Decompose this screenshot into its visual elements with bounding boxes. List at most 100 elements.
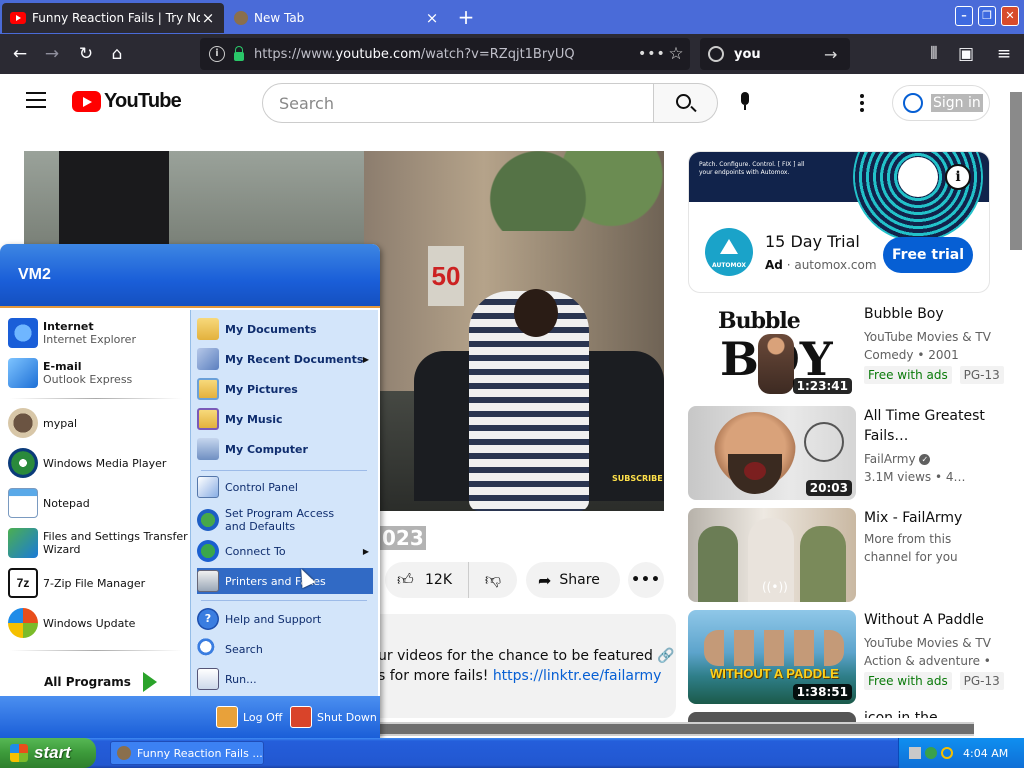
recommendation-item[interactable]: Bubble BOY 1:23:41 Bubble Boy YouTube Mo… bbox=[688, 304, 1004, 400]
menu-item-my-recent-documents[interactable]: My Recent Documents ▶ bbox=[197, 346, 373, 372]
menu-item-windows-update[interactable]: Windows Update bbox=[8, 608, 188, 638]
menu-item-mypal[interactable]: mypal bbox=[8, 408, 188, 438]
youtube-logo[interactable]: YouTube bbox=[72, 90, 182, 113]
menu-item-files-settings-transfer[interactable]: Files and Settings Transfer Wizard bbox=[8, 528, 188, 558]
share-arrow-icon: ➦ bbox=[538, 570, 552, 590]
search-tray-icon[interactable] bbox=[941, 747, 953, 759]
minimize-window-button[interactable]: – bbox=[955, 6, 973, 26]
youtube-wordmark: YouTube bbox=[104, 90, 182, 112]
menu-item-connect-to[interactable]: Connect To ▶ bbox=[197, 538, 373, 564]
music-folder-icon bbox=[197, 408, 219, 430]
voice-search-icon[interactable] bbox=[740, 92, 750, 112]
back-icon[interactable]: ← bbox=[6, 40, 34, 68]
description-link[interactable]: https://linktr.ee/failarmy bbox=[493, 668, 662, 684]
page-actions-icon[interactable]: ••• bbox=[638, 46, 665, 62]
recommendation-item[interactable]: ((•)) Mix - FailArmy More from this chan… bbox=[688, 508, 998, 604]
computer-icon bbox=[197, 438, 219, 460]
log-off-button[interactable]: Log Off bbox=[216, 706, 282, 728]
badges: Free with ads PG-13 bbox=[864, 366, 1008, 384]
vertical-scroll-thumb[interactable] bbox=[1010, 92, 1022, 250]
menu-item-set-program-access[interactable]: Set Program Access and Defaults bbox=[197, 504, 373, 536]
video-title[interactable]: icon in the... bbox=[864, 708, 992, 718]
free-trial-button[interactable]: Free trial bbox=[883, 237, 973, 273]
like-count: 12K bbox=[425, 572, 452, 588]
recommendation-item[interactable]: WITHOUT A PADDLE 1:38:51 Without A Paddl… bbox=[688, 610, 1004, 706]
video-subscribe-watermark: SUBSCRIBE bbox=[612, 474, 663, 483]
network-tray-icon[interactable] bbox=[909, 747, 921, 759]
printer-icon bbox=[197, 570, 219, 592]
menu-item-notepad[interactable]: Notepad bbox=[8, 488, 188, 518]
menu-item-my-pictures[interactable]: My Pictures bbox=[197, 376, 373, 402]
like-button[interactable]: 👍︎ 12K bbox=[385, 562, 469, 598]
close-window-button[interactable]: ✕ bbox=[1001, 6, 1019, 26]
tab-new-tab[interactable]: New Tab × bbox=[226, 3, 448, 33]
sign-in-button[interactable]: Sign in bbox=[892, 85, 990, 121]
site-info-icon[interactable]: i bbox=[209, 46, 225, 62]
connect-to-icon bbox=[197, 540, 219, 562]
menu-item-printers-and-faxes[interactable]: Printers and Faxes bbox=[197, 568, 373, 594]
shut-down-button[interactable]: Shut Down bbox=[290, 706, 377, 728]
go-arrow-icon[interactable]: → bbox=[824, 45, 850, 64]
more-actions-button[interactable]: ••• bbox=[628, 562, 664, 598]
recommendation-item[interactable]: 20:03 All Time Greatest Fails… FailArmy … bbox=[688, 406, 998, 502]
menu-item-run[interactable]: Run... bbox=[197, 666, 373, 692]
dislike-button[interactable]: 👎︎ bbox=[469, 570, 517, 590]
browser-search-field[interactable]: you → bbox=[700, 38, 850, 70]
video-title[interactable]: Bubble Boy bbox=[864, 304, 992, 324]
video-title[interactable]: All Time Greatest Fails… bbox=[864, 406, 992, 446]
horizontal-scrollbar[interactable] bbox=[380, 722, 974, 736]
video-title[interactable]: Without A Paddle bbox=[864, 610, 992, 630]
guide-menu-icon[interactable] bbox=[26, 92, 46, 108]
search-input[interactable]: Search bbox=[262, 83, 654, 123]
menu-item-search[interactable]: Search bbox=[197, 636, 373, 662]
bookmark-star-icon[interactable]: ☆ bbox=[662, 44, 690, 64]
sidebar-icon[interactable]: ▣ bbox=[952, 40, 980, 68]
menu-item-help-and-support[interactable]: ? Help and Support bbox=[197, 606, 373, 632]
library-icon[interactable]: ⫴ bbox=[920, 40, 948, 68]
channel-name: YouTube Movies & TV bbox=[864, 636, 991, 650]
menu-item-my-computer[interactable]: My Computer bbox=[197, 436, 373, 462]
tab-youtube[interactable]: Funny Reaction Fails | Try Not To L × bbox=[2, 3, 224, 33]
menu-item-my-documents[interactable]: My Documents bbox=[197, 316, 373, 342]
all-programs-button[interactable]: All Programs bbox=[44, 672, 157, 692]
search-button[interactable] bbox=[654, 83, 718, 123]
reload-icon[interactable]: ↻ bbox=[72, 40, 100, 68]
hamburger-icon[interactable]: ≡ bbox=[990, 40, 1018, 68]
user-name: VM2 bbox=[18, 266, 51, 283]
video-thumbnail[interactable] bbox=[688, 712, 856, 722]
new-tab-button[interactable]: + bbox=[454, 5, 478, 29]
mix-thumbnail[interactable]: ((•)) bbox=[688, 508, 856, 602]
menu-item-my-music[interactable]: My Music bbox=[197, 406, 373, 432]
close-tab-icon[interactable]: × bbox=[424, 9, 440, 27]
video-thumbnail[interactable]: WITHOUT A PADDLE 1:38:51 bbox=[688, 610, 856, 704]
lock-icon[interactable] bbox=[234, 45, 244, 61]
menu-item-7zip[interactable]: 7z 7-Zip File Manager bbox=[8, 568, 188, 598]
menu-separator bbox=[201, 600, 367, 601]
video-thumbnail[interactable]: 20:03 bbox=[688, 406, 856, 500]
vertical-scrollbar[interactable] bbox=[1008, 74, 1024, 740]
menu-separator bbox=[10, 398, 182, 399]
video-title[interactable]: Mix - FailArmy bbox=[864, 508, 992, 528]
menu-item-email[interactable]: E-mail Outlook Express bbox=[8, 358, 188, 388]
home-icon[interactable]: ⌂ bbox=[103, 40, 131, 68]
taskbar-item-firefox[interactable]: Funny Reaction Fails ... bbox=[110, 741, 264, 765]
start-button[interactable]: start bbox=[0, 738, 96, 768]
ad-card[interactable]: Patch. Configure. Control. [ FIX ] all y… bbox=[688, 151, 990, 293]
settings-more-icon[interactable] bbox=[860, 94, 866, 112]
maximize-window-button[interactable]: ❐ bbox=[978, 6, 996, 26]
horizontal-scroll-thumb[interactable] bbox=[380, 724, 974, 734]
forward-icon[interactable]: → bbox=[38, 40, 66, 68]
close-tab-icon[interactable]: × bbox=[200, 9, 216, 27]
security-tray-icon[interactable] bbox=[925, 747, 937, 759]
menu-item-windows-media-player[interactable]: Windows Media Player bbox=[8, 448, 188, 478]
video-thumbnail[interactable]: Bubble BOY 1:23:41 bbox=[688, 304, 856, 398]
clock[interactable]: 4:04 AM bbox=[963, 747, 1008, 760]
ad-info-icon[interactable]: i bbox=[945, 164, 971, 190]
video-frame-tree bbox=[454, 151, 664, 231]
address-bar[interactable]: i https://www.youtube.com/watch?v=RZqjt1… bbox=[200, 38, 690, 70]
recommendation-item[interactable]: icon in the... bbox=[688, 710, 998, 722]
share-button[interactable]: ➦ Share bbox=[526, 562, 620, 598]
badges: Free with ads PG-13 bbox=[864, 672, 1008, 690]
menu-item-control-panel[interactable]: Control Panel bbox=[197, 474, 373, 500]
menu-item-internet[interactable]: Internet Internet Explorer bbox=[8, 318, 188, 348]
